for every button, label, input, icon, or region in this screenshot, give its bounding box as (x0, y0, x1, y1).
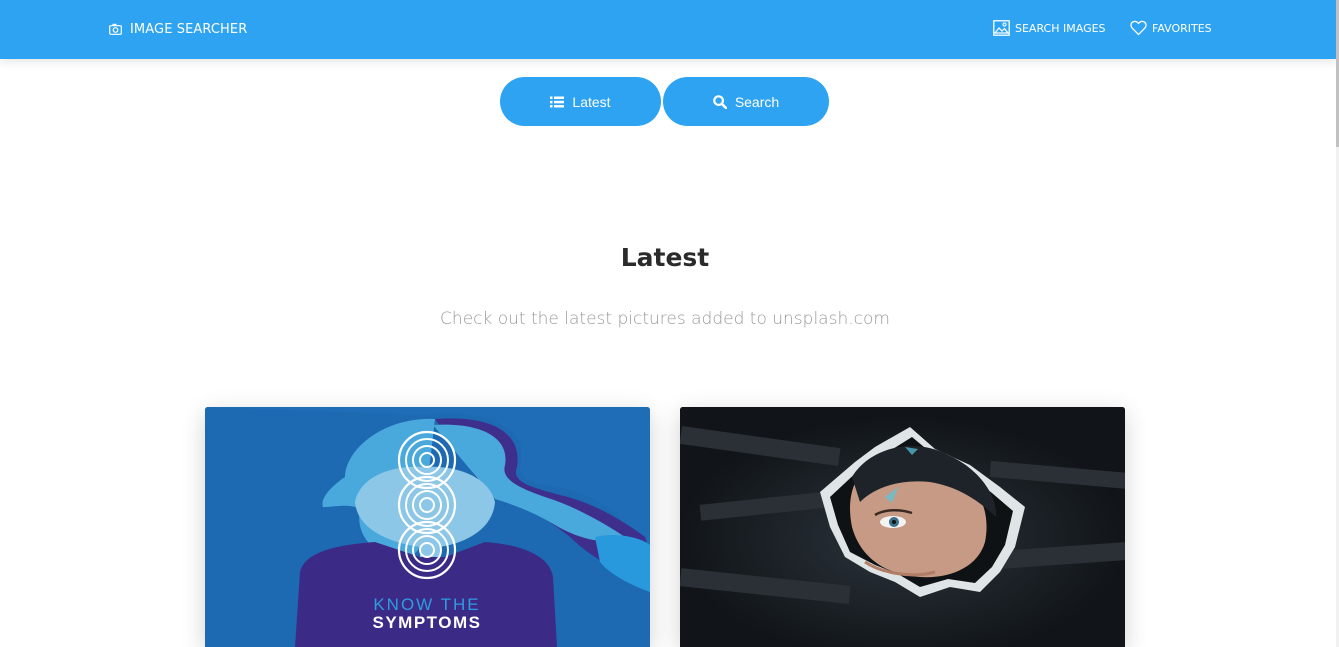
nav-search-images[interactable]: SEARCH IMAGES (993, 19, 1106, 37)
brand-label: IMAGE SEARCHER (130, 21, 248, 37)
view-toggle: Latest Search (500, 77, 829, 126)
heart-icon (1130, 20, 1147, 36)
latest-button-label: Latest (572, 93, 611, 110)
top-navbar: IMAGE SEARCHER SEARCH IMAGES FAVORITES (0, 0, 1336, 59)
photo-caption: KNOW THE SYMPTOMS (373, 595, 482, 632)
nav-favorites-label: FAVORITES (1152, 21, 1212, 35)
latest-button[interactable]: Latest (500, 77, 661, 126)
brand-link[interactable]: IMAGE SEARCHER (109, 20, 247, 38)
section-subtitle: Check out the latest pictures added to u… (440, 309, 890, 329)
camera-icon (109, 23, 122, 35)
photo-card[interactable] (680, 407, 1125, 647)
section-title: Latest (620, 243, 710, 272)
search-button-label: Search (734, 93, 780, 110)
nav-favorites[interactable]: FAVORITES (1130, 19, 1212, 37)
caption-line-1: KNOW THE (373, 595, 480, 614)
photo-image (680, 407, 1125, 647)
list-icon (550, 95, 565, 109)
image-icon (993, 20, 1010, 36)
search-icon (713, 94, 728, 109)
search-button[interactable]: Search (663, 77, 829, 126)
photo-image: KNOW THE SYMPTOMS (205, 407, 650, 647)
nav-search-images-label: SEARCH IMAGES (1015, 21, 1106, 35)
caption-line-2: SYMPTOMS (373, 613, 482, 632)
photo-card[interactable]: KNOW THE SYMPTOMS (205, 407, 650, 647)
